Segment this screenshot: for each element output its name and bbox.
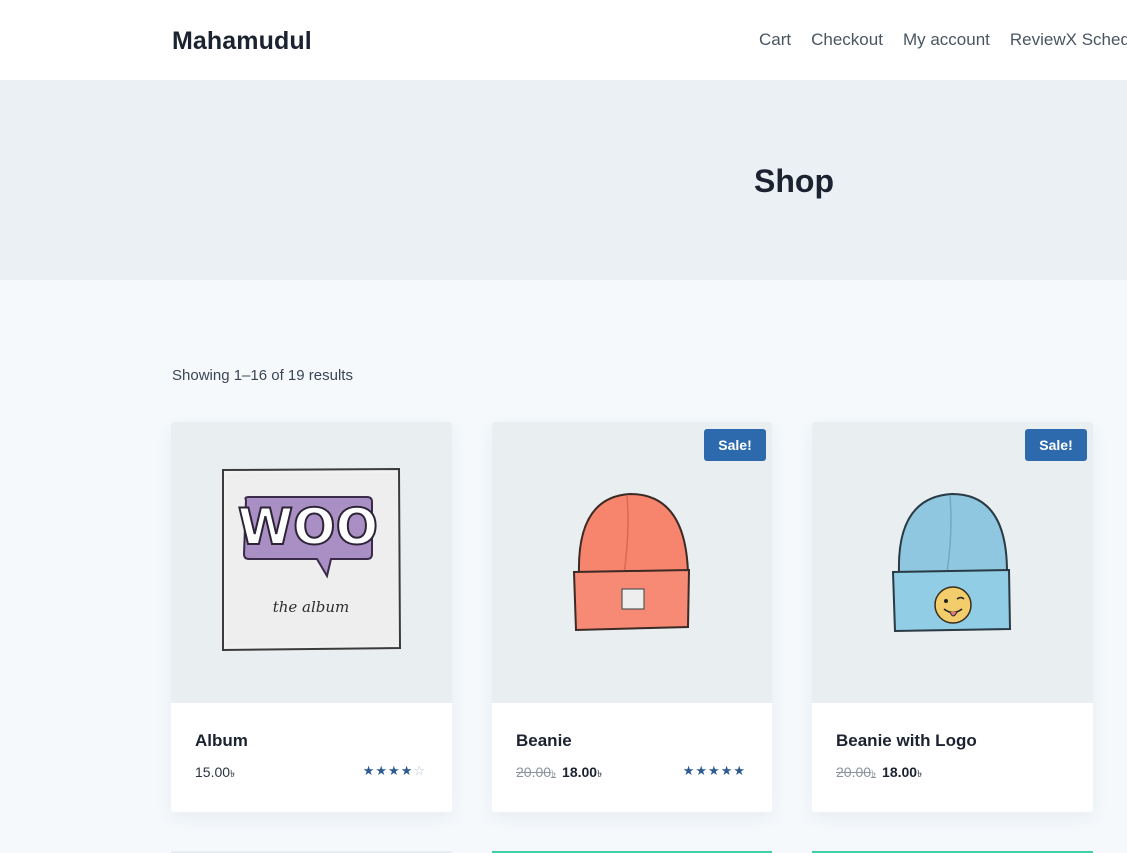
- old-price: 20.00৳: [516, 764, 557, 780]
- nav-item-my-account[interactable]: My account: [903, 30, 990, 50]
- star-icon: ★: [720, 763, 734, 778]
- sale-badge: Sale!: [1025, 429, 1087, 461]
- product-price: 20.00৳ 18.00৳: [516, 764, 602, 784]
- product-name[interactable]: Beanie: [516, 731, 572, 751]
- nav-item-checkout[interactable]: Checkout: [811, 30, 883, 50]
- result-count: Showing 1–16 of 19 results: [172, 367, 353, 384]
- product-name[interactable]: Album: [195, 731, 248, 751]
- sale-price: 18.00: [882, 764, 918, 780]
- product-image-album[interactable]: WOO the album: [171, 422, 452, 703]
- site-header: Mahamudul Cart Checkout My account Revie…: [0, 0, 1127, 80]
- star-icon: ★: [682, 763, 696, 778]
- sale-badge: Sale!: [704, 429, 766, 461]
- star-empty-icon: ☆: [413, 763, 426, 778]
- product-price: 20.00৳ 18.00৳: [836, 764, 922, 784]
- blue-beanie-illustration: [891, 492, 1012, 633]
- product-card[interactable]: Sale! Beanie with Logo 20.00৳ 18.00৳: [812, 422, 1093, 812]
- old-price: 20.00৳: [836, 764, 877, 780]
- star-icon: ★: [695, 763, 709, 778]
- page-title: Shop: [754, 163, 834, 199]
- currency-symbol: ৳: [917, 769, 923, 780]
- star-icon: ★: [733, 763, 746, 778]
- album-logo-text: WOO: [238, 498, 378, 556]
- nav-item-cart[interactable]: Cart: [759, 30, 791, 50]
- price-amount: 15.00: [195, 764, 231, 780]
- product-price: 15.00৳: [195, 764, 235, 784]
- star-icon: ★: [388, 763, 401, 778]
- product-image-beanie-with-logo[interactable]: Sale!: [812, 422, 1093, 703]
- currency-symbol: ৳: [230, 769, 236, 780]
- album-caption: the album: [273, 598, 350, 616]
- orange-beanie-illustration: [572, 492, 691, 632]
- currency-symbol: ৳: [597, 769, 603, 780]
- star-icon: ★: [708, 763, 721, 778]
- star-icon: ★: [362, 763, 376, 778]
- album-cover-illustration: WOO the album: [222, 467, 402, 652]
- nav-item-reviewx-schedule[interactable]: ReviewX Schedu: [1010, 30, 1127, 50]
- product-image-beanie[interactable]: Sale!: [492, 422, 772, 703]
- site-title[interactable]: Mahamudul: [172, 27, 312, 56]
- star-rating: ★★★★★: [683, 763, 746, 779]
- page-hero: Shop: [0, 80, 1127, 280]
- product-card[interactable]: WOO the album Album 15.00৳ ★★★★☆: [171, 422, 452, 812]
- product-card[interactable]: Sale! Beanie 20.00৳ 18.00৳ ★★★★★: [492, 422, 772, 812]
- sale-price: 18.00: [562, 764, 598, 780]
- product-name[interactable]: Beanie with Logo: [836, 731, 977, 751]
- star-icon: ★: [400, 763, 414, 778]
- star-icon: ★: [375, 763, 389, 778]
- primary-nav: Cart Checkout My account ReviewX Schedu: [759, 30, 1127, 50]
- star-rating: ★★★★☆: [363, 763, 426, 779]
